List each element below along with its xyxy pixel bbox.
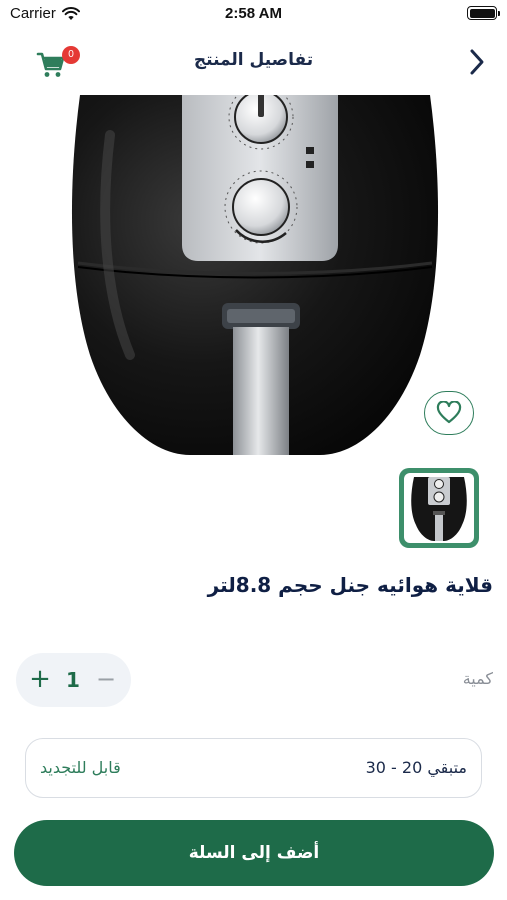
renewable-label: قابل للتجديد [40,758,121,777]
remaining-period: متبقي 20 - 30 [365,758,467,777]
air-fryer-thumbnail-image [411,477,467,541]
battery-icon [467,6,500,20]
status-time: 2:58 AM [225,5,282,22]
back-button[interactable] [467,48,487,76]
heart-icon [436,401,462,424]
product-thumbnail[interactable] [399,468,479,548]
decrease-quantity-button[interactable]: − [94,663,118,697]
quantity-label: كمية [462,669,493,688]
app-header: 0 تفاصيل المنتج [0,36,507,88]
status-bar: Carrier 2:58 AM [0,0,507,30]
product-name: قلاية هوائيه جنل حجم 8.8لتر [207,573,493,597]
subscription-info-box: متبقي 20 - 30 قابل للتجديد [25,738,482,798]
page-title: تفاصيل المنتج [193,50,314,70]
wishlist-button[interactable] [424,391,474,435]
air-fryer-image [71,95,439,455]
product-image[interactable] [70,95,440,455]
increase-quantity-button[interactable]: + [28,663,52,697]
add-to-cart-button[interactable]: أضف إلى السلة [14,820,494,886]
quantity-stepper: + 1 − [16,653,131,707]
chevron-right-icon [470,49,484,75]
quantity-value: 1 [66,668,80,692]
